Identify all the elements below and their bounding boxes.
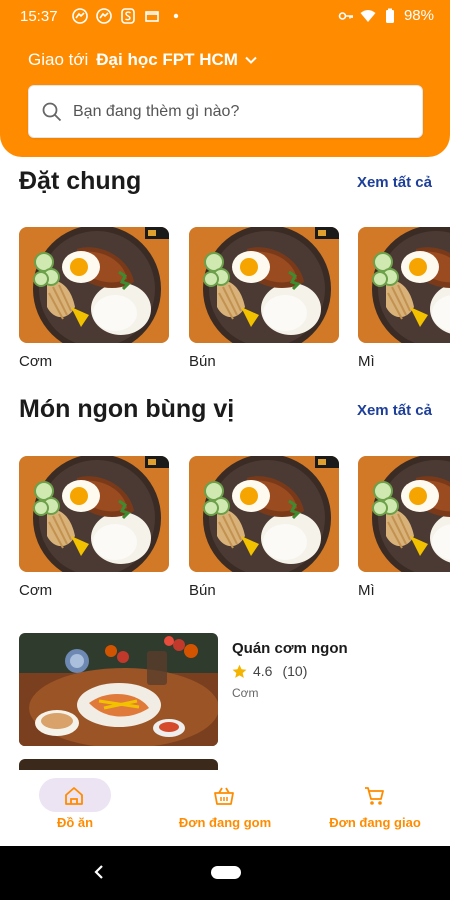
dot-icon — [173, 13, 179, 19]
section-title-dat-chung: Đặt chung — [19, 167, 142, 195]
category-label: Cơm — [19, 582, 53, 599]
food-image — [189, 456, 339, 572]
restaurant-card[interactable]: Quán cơm ngon 4.6 (10) Cơm — [19, 633, 439, 748]
see-all-link[interactable]: Xem tất cả — [357, 174, 432, 191]
category-card[interactable]: Bún — [189, 227, 339, 370]
bottom-navigation: Đồ ăn Đơn đang gom Đơn đang giao — [0, 770, 450, 846]
notification-icons — [72, 8, 184, 24]
food-image — [19, 456, 169, 572]
category-label: Bún — [189, 582, 216, 599]
home-pill[interactable] — [211, 866, 241, 879]
restaurant-rating: 4.6 (10) — [232, 663, 307, 679]
food-image — [358, 456, 450, 572]
restaurant-photo — [19, 633, 218, 746]
category-label: Bún — [189, 353, 216, 370]
nav-label: Đơn đang giao — [329, 815, 421, 830]
system-icons: 98% — [338, 7, 434, 24]
search-input[interactable] — [73, 102, 393, 121]
nav-food[interactable]: Đồ ăn — [0, 770, 150, 846]
category-card[interactable]: Cơm — [19, 227, 169, 370]
category-label: Mì — [358, 353, 375, 370]
cart-icon — [365, 787, 384, 805]
deliver-label: Giao tới — [28, 50, 89, 69]
delivery-location[interactable]: Giao tới Đại học FPT HCM — [28, 50, 258, 70]
category-label: Mì — [358, 582, 375, 599]
deliver-place: Đại học FPT HCM — [96, 50, 238, 69]
status-time: 15:37 — [20, 8, 58, 25]
status-bar: 15:37 98% — [0, 0, 450, 34]
messenger-icon — [72, 8, 88, 24]
nav-label: Đơn đang gom — [178, 815, 272, 830]
chevron-down-icon — [245, 56, 257, 64]
basket-icon — [214, 787, 234, 805]
system-navigation-bar — [0, 846, 450, 900]
header: 15:37 98% Giao tới Đại học FPT HCM — [0, 0, 450, 157]
battery-percent: 98% — [403, 7, 434, 24]
category-card[interactable]: Mì — [358, 456, 450, 599]
category-card[interactable]: Bún — [189, 456, 339, 599]
battery-icon — [385, 8, 394, 23]
section-title-mon-ngon: Món ngon bùng vị — [19, 395, 235, 423]
star-icon — [232, 664, 247, 678]
window-icon — [145, 11, 159, 22]
s-logo-icon — [121, 8, 135, 24]
nav-label: Đồ ăn — [56, 815, 94, 830]
review-count: (10) — [282, 663, 308, 679]
food-image — [19, 227, 169, 343]
key-icon — [338, 11, 353, 20]
restaurant-category: Cơm — [232, 686, 259, 700]
search-bar[interactable] — [28, 85, 423, 138]
back-icon[interactable] — [92, 863, 106, 881]
messenger-icon — [96, 8, 112, 24]
category-card[interactable]: Cơm — [19, 456, 169, 599]
restaurant-name: Quán cơm ngon — [232, 640, 348, 657]
category-card[interactable]: Mì — [358, 227, 450, 370]
nav-delivering-orders[interactable]: Đơn đang giao — [300, 770, 450, 846]
wifi-icon — [360, 9, 376, 22]
see-all-link[interactable]: Xem tất cả — [357, 402, 432, 419]
search-icon — [42, 102, 62, 121]
food-image — [189, 227, 339, 343]
category-label: Cơm — [19, 353, 53, 370]
home-icon — [65, 787, 83, 805]
food-image — [358, 227, 450, 343]
rating-value: 4.6 — [253, 663, 273, 679]
nav-gathering-orders[interactable]: Đơn đang gom — [150, 770, 300, 846]
